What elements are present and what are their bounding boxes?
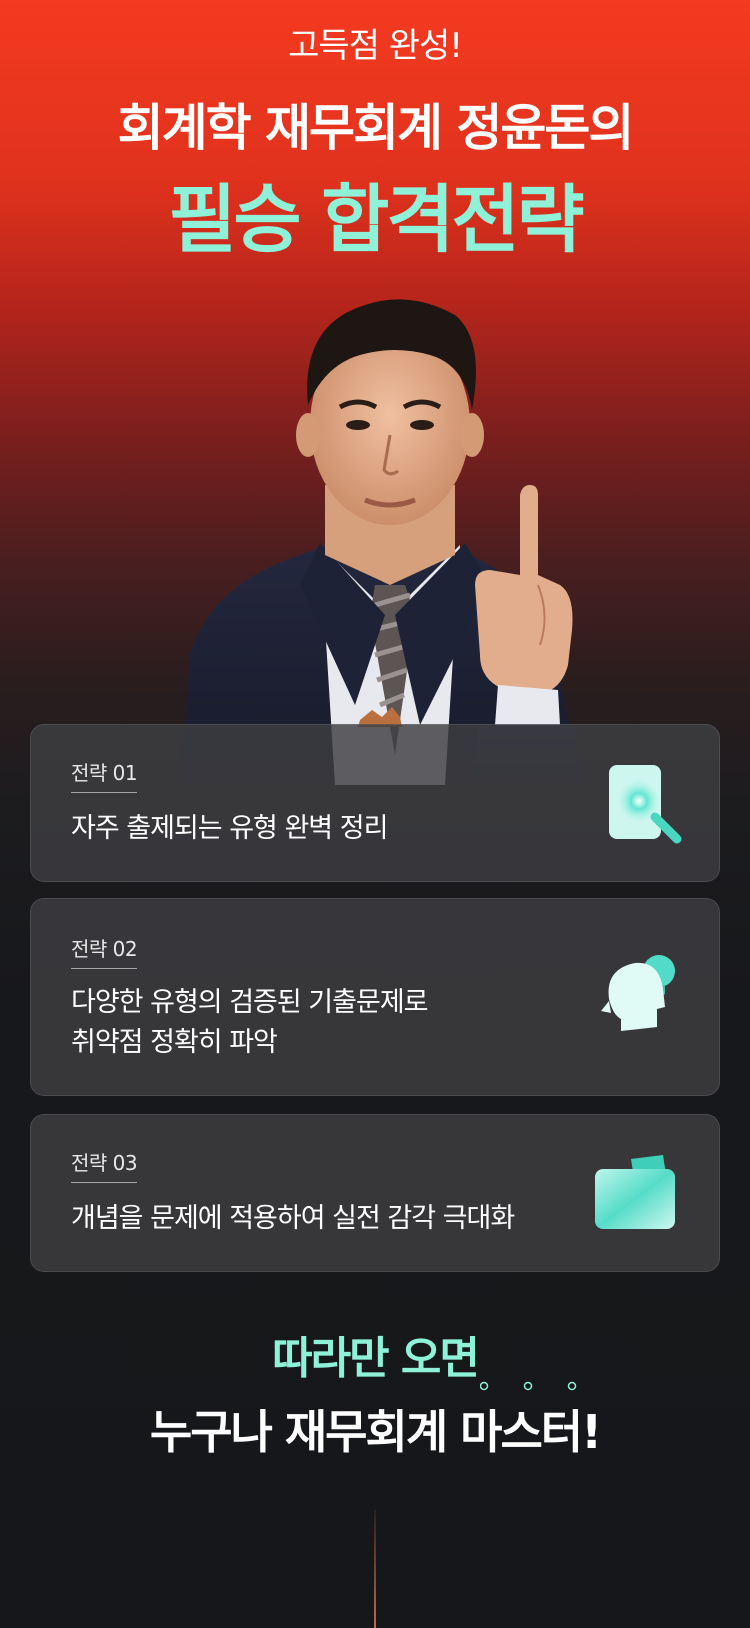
vertical-divider (374, 1510, 376, 1628)
strategy-text: 개념을 문제에 적용하여 실전 감각 극대화 (71, 1203, 515, 1234)
strategy-card-3: 전략 03 개념을 문제에 적용하여 실전 감각 극대화 (30, 1114, 720, 1272)
subtitle: 고득점 완성! (288, 26, 463, 66)
strategy-label: 전략 03 (71, 1147, 138, 1183)
head-lightbulb-icon (601, 955, 675, 1031)
strategy-card-1: 전략 01 자주 출제되는 유형 완벽 정리 (30, 724, 720, 882)
strategy-text: 다양한 유형의 검증된 기출문제로 (71, 987, 429, 1018)
folder-icon (595, 1155, 675, 1229)
highlight-title: 필승 합격전략 (168, 177, 584, 263)
follow-heading: 따라만 오면 (272, 1333, 480, 1384)
strategy-label: 전략 01 (71, 757, 138, 793)
master-heading: 누구나 재무회계 마스터! (149, 1405, 602, 1459)
instructor-photo (180, 299, 580, 785)
strategy-text: 자주 출제되는 유형 완벽 정리 (71, 813, 388, 844)
magnifier-icon (609, 765, 682, 844)
strategy-card-2: 전략 02 다양한 유형의 검증된 기출문제로 취약점 정확히 파악 (30, 898, 720, 1096)
page-title: 회계학 재무회계 정윤돈의 (117, 99, 635, 157)
promo-page: 고득점 완성! 회계학 재무회계 정윤돈의 필승 합격전략 전략 01 자주 출… (0, 0, 750, 1628)
strategy-text: 취약점 정확히 파악 (71, 1027, 278, 1058)
strategy-label: 전략 02 (71, 933, 138, 969)
emphasis-dots (480, 1381, 577, 1391)
